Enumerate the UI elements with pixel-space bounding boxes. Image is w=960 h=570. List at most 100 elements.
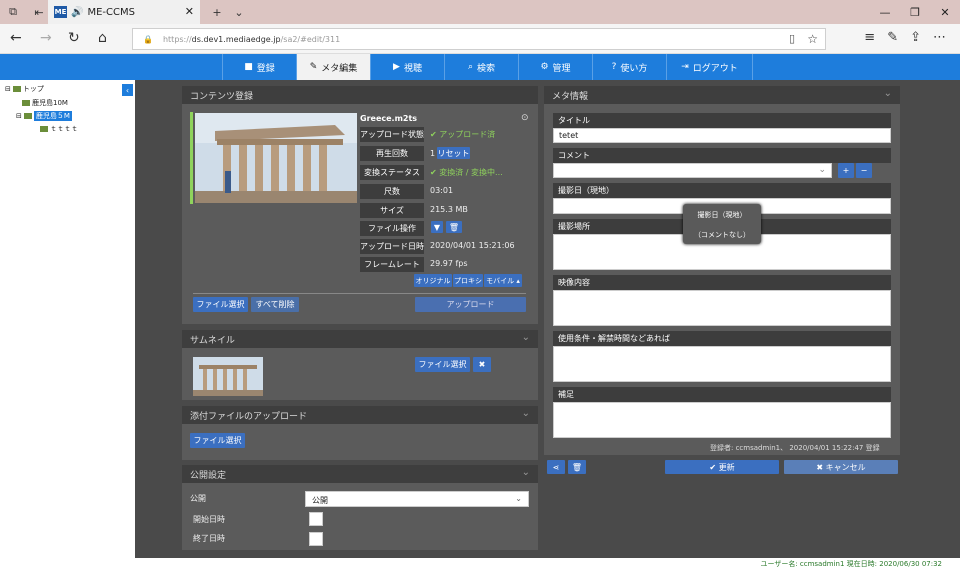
chevron-down-icon[interactable]: ⌄ bbox=[884, 88, 892, 99]
share-icon[interactable]: ⇪ bbox=[910, 30, 921, 45]
terms-textarea[interactable] bbox=[553, 346, 891, 382]
start-date-input[interactable] bbox=[309, 512, 323, 526]
tree-item[interactable]: 鹿児島10M bbox=[22, 98, 68, 108]
label-upload-status: アップロード状態 bbox=[360, 127, 424, 142]
video-content-textarea[interactable] bbox=[553, 290, 891, 326]
update-button[interactable]: ✔ 更新 bbox=[665, 460, 779, 474]
tab-actions-icon[interactable]: ⧉ bbox=[0, 0, 26, 24]
attach-file-select-button[interactable]: ファイル選択 bbox=[190, 433, 245, 448]
add-comment-button[interactable]: + bbox=[838, 163, 854, 178]
label-file-ops: ファイル操作 bbox=[360, 221, 424, 236]
reading-view-icon[interactable]: ▯ bbox=[789, 32, 795, 45]
refresh-icon[interactable]: ↻ bbox=[68, 30, 80, 46]
thumbnail-remove-button[interactable]: ✖ bbox=[473, 357, 491, 372]
label-play-count: 再生回数 bbox=[360, 146, 424, 161]
menu-search[interactable]: ⌕ 検索 bbox=[444, 54, 518, 80]
comment-select[interactable]: ⌄ bbox=[553, 163, 832, 178]
menu-meta-edit[interactable]: ✎ メタ編集 bbox=[296, 54, 370, 80]
tooltip-title: 撮影日（現地） bbox=[697, 211, 747, 219]
collapse-sidebar-button[interactable]: ‹ bbox=[122, 84, 133, 96]
title-input[interactable]: tetet bbox=[553, 128, 891, 143]
url-path: /sa2/#edit/311 bbox=[280, 34, 341, 44]
menu-admin[interactable]: ⚙ 管理 bbox=[518, 54, 592, 80]
chevron-down-icon[interactable]: ⌄ bbox=[522, 408, 530, 419]
tree-label: ｔｔｔｔ bbox=[50, 125, 78, 133]
menu-view[interactable]: ▶ 視聴 bbox=[370, 54, 444, 80]
minus-icon: − bbox=[860, 166, 868, 175]
collapse-icon[interactable]: ⊟ bbox=[5, 85, 11, 93]
note-textarea[interactable] bbox=[553, 402, 891, 438]
restore-icon[interactable]: ❐ bbox=[900, 0, 930, 24]
menu-label: ログアウト bbox=[692, 63, 738, 74]
reset-button[interactable]: リセット bbox=[437, 147, 470, 159]
panel-title: メタ情報 bbox=[552, 91, 589, 102]
upload-button[interactable]: アップロード bbox=[415, 297, 526, 312]
browser-tab[interactable]: ME 🔊 ME-CCMS ✕ bbox=[48, 0, 200, 24]
file-select-button[interactable]: ファイル選択 bbox=[193, 297, 248, 312]
tree-item-root[interactable]: ⊟ トップ bbox=[5, 84, 44, 94]
original-button[interactable]: オリジナル bbox=[414, 274, 452, 287]
close-tab-icon[interactable]: ✕ bbox=[185, 5, 194, 18]
value-size: 215.3 MB bbox=[430, 205, 468, 214]
pen-icon[interactable]: ✎ bbox=[887, 30, 898, 45]
label-convert-status: 変換ステータス bbox=[360, 165, 424, 180]
menu-label: 管理 bbox=[552, 63, 571, 74]
tree-item-selected[interactable]: ⊟ 鹿児島５M bbox=[16, 111, 72, 121]
delete-button[interactable]: 🗑 bbox=[568, 460, 586, 474]
trash-button[interactable]: 🗑 bbox=[446, 221, 462, 233]
tooltip: 撮影日（現地） （コメントなし） bbox=[683, 204, 761, 244]
menu-register[interactable]: ■ 登録 bbox=[222, 54, 296, 80]
download-icon: ▼ bbox=[433, 222, 441, 232]
document-icon: ■ bbox=[244, 62, 253, 72]
collapse-icon[interactable]: ⊟ bbox=[16, 112, 22, 120]
remove-comment-button[interactable]: − bbox=[856, 163, 872, 178]
menu-help[interactable]: ? 使い方 bbox=[592, 54, 666, 80]
value-frame-rate: 29.97 fps bbox=[430, 259, 468, 268]
chevron-down-icon[interactable]: ⌄ bbox=[522, 467, 530, 478]
public-select-value: 公開 bbox=[312, 496, 328, 505]
value-upload-status: ✔ アップロード済 bbox=[430, 130, 496, 139]
status-line: ユーザー名: ccmsadmin1 現在日時: 2020/06/30 07:32 bbox=[0, 558, 960, 570]
tree-item[interactable]: ｔｔｔｔ bbox=[40, 124, 78, 134]
mobile-button[interactable]: モバイル ▴ bbox=[484, 274, 522, 287]
chevron-down-icon[interactable]: ⌄ bbox=[522, 332, 530, 343]
main-menu: ■ 登録 ✎ メタ編集 ▶ 視聴 ⌕ 検索 ⚙ 管理 ? 使い方 ⇥ ログアウト bbox=[0, 54, 960, 80]
publish-panel: 公開設定 ⌄ bbox=[182, 465, 538, 550]
window-close-icon[interactable]: ✕ bbox=[930, 0, 960, 24]
video-thumbnail[interactable] bbox=[195, 113, 357, 203]
url-host: ds.dev1.mediaedge.jp bbox=[191, 34, 281, 44]
more-icon[interactable]: ⋯ bbox=[933, 30, 946, 45]
pencil-icon: ✎ bbox=[309, 62, 318, 72]
forward-icon[interactable]: → bbox=[40, 30, 52, 46]
menu-label: 検索 bbox=[477, 63, 496, 74]
trash-icon: 🗑 bbox=[448, 222, 460, 232]
cancel-button[interactable]: ✖ キャンセル bbox=[784, 460, 898, 474]
registration-info: 登録者: ccmsadmin1、 2020/04/01 15:22:47 登録 bbox=[710, 444, 880, 452]
tab-list-icon[interactable]: ⌄ bbox=[226, 0, 252, 24]
settings-icon[interactable]: ⊙ bbox=[521, 113, 529, 123]
end-date-input[interactable] bbox=[309, 532, 323, 546]
favorites-hub-icon[interactable]: ≡ bbox=[864, 30, 875, 45]
panel-title: 公開設定 bbox=[190, 470, 227, 481]
home-icon[interactable]: ⌂ bbox=[98, 30, 107, 46]
speaker-icon[interactable]: 🔊 bbox=[71, 7, 83, 18]
download-button[interactable]: ▼ bbox=[431, 221, 443, 233]
value-play-count: 1 bbox=[430, 149, 436, 158]
folder-tree-sidebar bbox=[0, 80, 135, 558]
menu-label: 視聴 bbox=[403, 63, 422, 74]
proxy-button[interactable]: プロキシ bbox=[453, 274, 483, 287]
minimize-icon[interactable]: — bbox=[870, 0, 900, 24]
file-name: Greece.m2ts bbox=[360, 114, 418, 123]
public-select[interactable]: 公開 ⌄ bbox=[305, 491, 529, 507]
url-field[interactable]: 🔒 https://ds.dev1.mediaedge.jp/sa2/#edit… bbox=[132, 28, 826, 50]
share-button[interactable]: ⋖ bbox=[547, 460, 565, 474]
shoot-date-label: 撮影日（現地） bbox=[553, 183, 891, 198]
delete-all-button[interactable]: すべて削除 bbox=[251, 297, 299, 312]
plus-icon: + bbox=[842, 166, 850, 175]
back-icon[interactable]: ← bbox=[10, 30, 22, 46]
favorite-star-icon[interactable]: ☆ bbox=[807, 32, 818, 46]
public-label: 公開 bbox=[190, 494, 206, 503]
menu-logout[interactable]: ⇥ ログアウト bbox=[666, 54, 753, 80]
tab-title: ME-CCMS bbox=[87, 6, 135, 18]
thumbnail-file-select-button[interactable]: ファイル選択 bbox=[415, 357, 470, 372]
